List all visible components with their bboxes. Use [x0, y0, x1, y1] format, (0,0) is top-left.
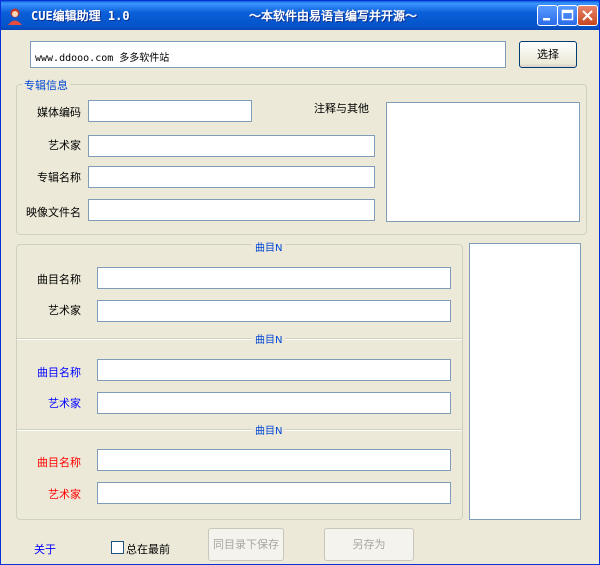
- minimize-button[interactable]: [537, 5, 558, 26]
- save-as-button[interactable]: 另存为: [324, 528, 414, 561]
- topmost-checkbox[interactable]: [111, 541, 124, 554]
- album-name-label: 专辑名称: [37, 171, 81, 184]
- media-code-label: 媒体编码: [37, 106, 81, 119]
- track-list-box[interactable]: [469, 243, 581, 520]
- window-subtitle: ～本软件由易语言编写并开源～: [249, 9, 418, 23]
- album-info-legend: 专辑信息: [22, 77, 70, 93]
- album-artist-input[interactable]: [88, 135, 375, 157]
- media-code-input[interactable]: [88, 100, 252, 122]
- maximize-button[interactable]: [557, 5, 578, 26]
- app-icon: [6, 7, 24, 25]
- title-bar[interactable]: CUE编辑助理 1.0 ～本软件由易语言编写并开源～: [1, 1, 599, 30]
- track-2-name-input[interactable]: [97, 359, 451, 381]
- about-link[interactable]: 关于: [34, 541, 56, 557]
- path-input[interactable]: www.ddooo.com 多多软件站: [30, 41, 506, 68]
- track-1-artist-label: 艺术家: [48, 304, 81, 317]
- track-3-artist-label: 艺术家: [48, 488, 81, 501]
- track-divider: [17, 338, 462, 340]
- track-3-name-input[interactable]: [97, 449, 451, 471]
- minimize-icon: [543, 18, 550, 21]
- track-1-name-input[interactable]: [97, 267, 451, 289]
- main-window: CUE编辑助理 1.0 ～本软件由易语言编写并开源～ www.ddooo.com…: [0, 0, 600, 565]
- browse-button[interactable]: 选择: [519, 41, 577, 68]
- track-divider: [17, 429, 462, 431]
- topmost-label: 总在最前: [126, 543, 170, 556]
- path-input-text: www.ddooo.com 多多软件站: [35, 53, 170, 64]
- close-icon: [582, 10, 593, 21]
- window-title: CUE编辑助理 1.0: [31, 9, 130, 23]
- track-2-name-label: 曲目名称: [37, 366, 81, 379]
- close-button[interactable]: [577, 5, 598, 26]
- image-file-label: 映像文件名: [26, 206, 81, 219]
- maximize-icon: [561, 9, 574, 21]
- album-name-input[interactable]: [88, 166, 375, 188]
- save-same-dir-button[interactable]: 同目录下保存: [208, 528, 284, 561]
- image-file-input[interactable]: [88, 199, 375, 221]
- notes-label: 注释与其他: [314, 102, 369, 115]
- track-2-artist-input[interactable]: [97, 392, 451, 414]
- track-1-name-label: 曲目名称: [37, 273, 81, 286]
- track-3-name-label: 曲目名称: [37, 456, 81, 469]
- track-3-heading: 曲目N: [252, 422, 286, 437]
- track-1-artist-input[interactable]: [97, 300, 451, 322]
- album-artist-label: 艺术家: [48, 139, 81, 152]
- track-2-artist-label: 艺术家: [48, 397, 81, 410]
- track-2-heading: 曲目N: [252, 331, 286, 346]
- notes-textarea[interactable]: [386, 102, 580, 222]
- track-1-heading: 曲目N: [252, 239, 286, 254]
- track-3-artist-input[interactable]: [97, 482, 451, 504]
